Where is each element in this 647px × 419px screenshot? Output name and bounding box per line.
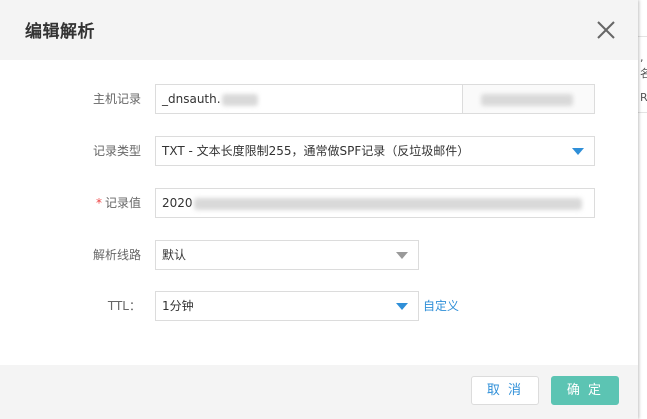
dialog-footer: 取 消 确 定: [0, 365, 638, 419]
background-divider: [638, 112, 647, 113]
record-value-text: 2020: [162, 196, 193, 210]
chevron-down-icon: [396, 303, 408, 310]
dialog-header: 编辑解析: [0, 0, 638, 60]
ttl-value: 1分钟: [162, 299, 194, 313]
redacted-blur: [481, 94, 573, 106]
background-divider: [638, 36, 647, 37]
background-glyph: ,: [640, 51, 644, 64]
ttl-custom-link[interactable]: 自定义: [423, 291, 459, 321]
record-value-label: * 记录值: [96, 188, 141, 218]
dialog-title: 编辑解析: [25, 22, 95, 42]
redacted-blur: [222, 94, 258, 106]
background-glyph: 名: [640, 67, 647, 80]
confirm-button[interactable]: 确 定: [551, 376, 619, 405]
ttl-select[interactable]: 1分钟: [155, 291, 419, 321]
resolution-line-select[interactable]: 默认: [155, 240, 419, 270]
record-type-select[interactable]: TXT - 文本长度限制255，通常做SPF记录（反垃圾邮件）: [155, 136, 595, 166]
edit-record-dialog: 编辑解析 主机记录 _dnsauth. 记录类型 TXT - 文本长度限制255…: [0, 0, 638, 419]
resolution-line-row: 解析线路 默认: [0, 240, 638, 272]
record-type-value: TXT - 文本长度限制255，通常做SPF记录（反垃圾邮件）: [162, 144, 470, 158]
ttl-row: TTL： 1分钟 自定义: [0, 291, 638, 323]
host-record-input[interactable]: _dnsauth.: [155, 84, 463, 114]
record-value-row: * 记录值 2020: [0, 188, 638, 220]
redacted-blur: [194, 198, 582, 210]
chevron-down-icon: [396, 252, 408, 259]
resolution-line-label: 解析线路: [92, 248, 141, 262]
required-mark: *: [95, 196, 102, 210]
record-type-row: 记录类型 TXT - 文本长度限制255，通常做SPF记录（反垃圾邮件）: [0, 136, 638, 168]
host-record-value: _dnsauth.: [162, 92, 221, 106]
record-value-label-text: 记录值: [104, 196, 141, 210]
domain-suffix-field: [462, 84, 595, 114]
resolution-line-value: 默认: [162, 248, 187, 262]
background-glyph: R: [640, 91, 647, 104]
chevron-down-icon: [572, 148, 584, 155]
cancel-button[interactable]: 取 消: [471, 376, 539, 405]
record-type-label: 记录类型: [92, 144, 141, 158]
ttl-label: TTL：: [107, 299, 141, 313]
host-record-row: 主机记录 _dnsauth.: [0, 84, 638, 116]
host-record-label: 主机记录: [92, 92, 141, 106]
close-icon[interactable]: [594, 18, 618, 42]
record-value-input[interactable]: 2020: [155, 188, 595, 218]
